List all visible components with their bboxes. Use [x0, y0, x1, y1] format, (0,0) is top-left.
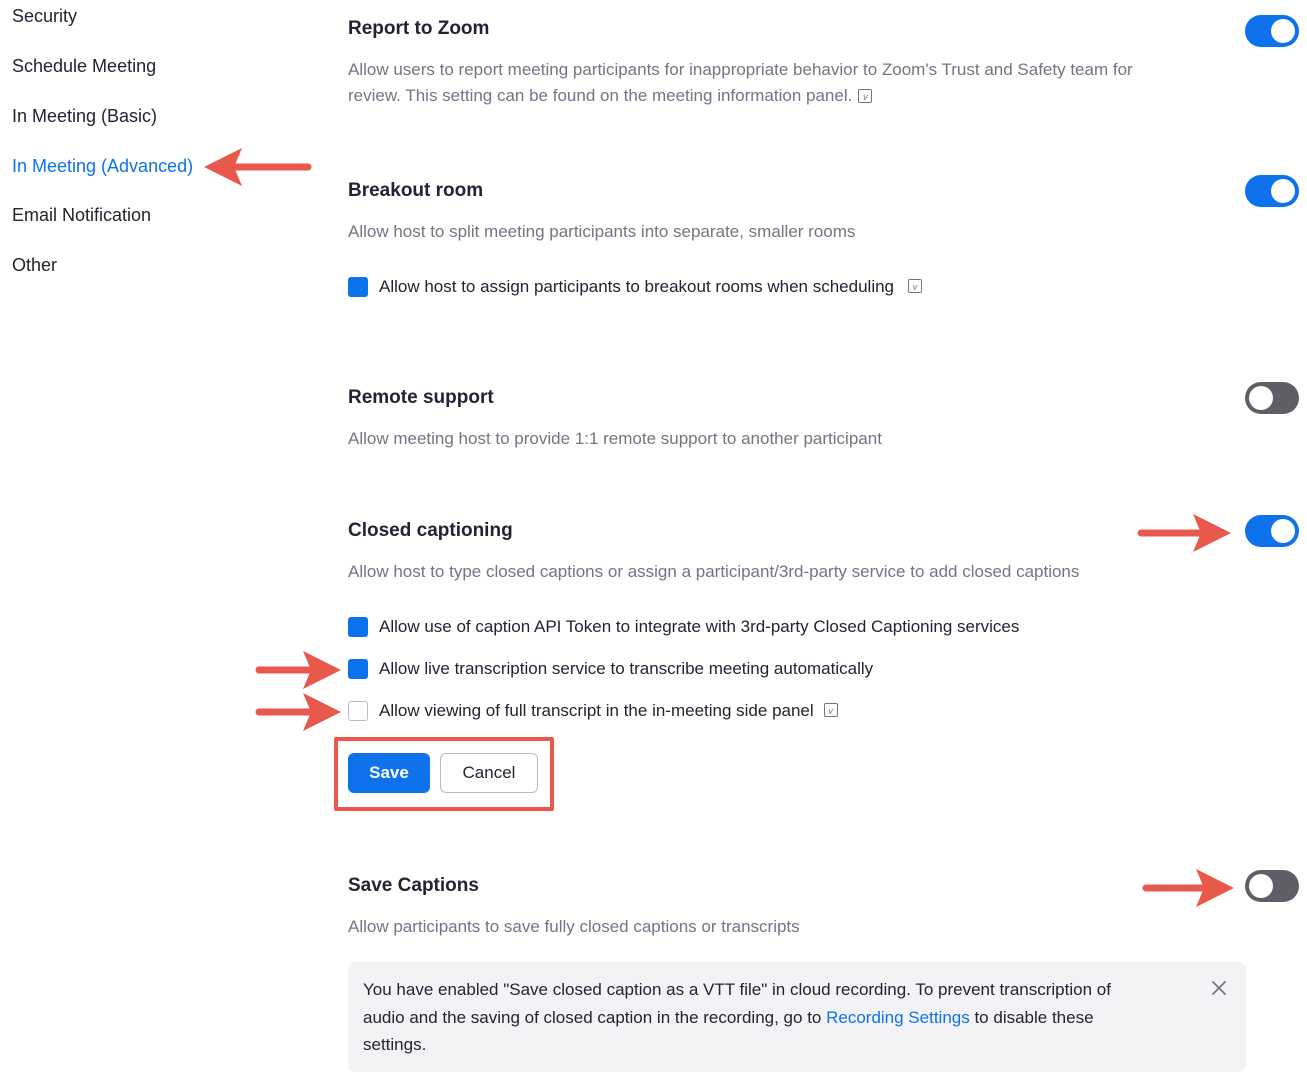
notice-text-segment: audio and the saving of closed caption i… [363, 1007, 827, 1027]
checkbox-label: Allow host to assign participants to bre… [379, 277, 895, 296]
full-transcript-option: Allow viewing of full transcript in the … [348, 700, 838, 722]
annotation-arrow [1142, 869, 1234, 907]
checkbox-label: Allow use of caption API Token to integr… [379, 617, 1020, 636]
sidebar-item-in-meeting-basic[interactable]: In Meeting (Basic) [12, 106, 157, 127]
breakout-assign-checkbox[interactable] [348, 277, 368, 297]
checkbox-label: Allow viewing of full transcript in the … [379, 701, 814, 720]
sidebar-item-other[interactable]: Other [12, 255, 57, 276]
toggle-knob [1271, 519, 1295, 543]
save-button[interactable]: Save [348, 753, 430, 793]
sidebar-item-in-meeting-advanced[interactable]: In Meeting (Advanced) [12, 156, 193, 177]
close-icon[interactable] [1211, 980, 1227, 996]
info-icon[interactable]: v [858, 88, 873, 103]
setting-description: Allow participants to save fully closed … [348, 917, 800, 936]
checkbox-label: Allow live transcription service to tran… [379, 659, 874, 678]
breakout-assign-option: Allow host to assign participants to bre… [348, 276, 923, 298]
setting-title: Save Captions [348, 875, 479, 896]
annotation-arrow [204, 148, 312, 186]
setting-description: Allow host to split meeting participants… [348, 222, 856, 241]
sidebar-item-schedule-meeting[interactable]: Schedule Meeting [12, 56, 156, 77]
setting-title: Remote support [348, 387, 494, 408]
setting-description: Allow host to type closed captions or as… [348, 562, 1080, 581]
toggle-knob [1249, 874, 1273, 898]
setting-title: Report to Zoom [348, 18, 490, 39]
setting-description: Allow users to report meeting participan… [348, 57, 1133, 109]
annotation-arrow [255, 651, 341, 689]
vtt-notice-banner: You have enabled "Save closed caption as… [348, 962, 1246, 1072]
toggle-knob [1249, 386, 1273, 410]
sidebar-item-email-notification[interactable]: Email Notification [12, 205, 151, 226]
caption-api-token-option: Allow use of caption API Token to integr… [348, 616, 1019, 638]
notice-text: You have enabled "Save closed caption as… [363, 976, 1163, 1059]
setting-description: Allow meeting host to provide 1:1 remote… [348, 429, 882, 448]
breakout-room-toggle[interactable] [1245, 175, 1299, 207]
caption-api-token-checkbox[interactable] [348, 617, 368, 637]
notice-line: You have enabled "Save closed caption as… [363, 980, 1111, 999]
description-text: review. This setting can be found on the… [348, 86, 853, 105]
toggle-knob [1271, 19, 1295, 43]
info-icon[interactable]: v [908, 279, 923, 293]
recording-settings-link[interactable]: Recording Settings [826, 1008, 970, 1027]
toggle-knob [1271, 179, 1295, 203]
closed-captioning-toggle[interactable] [1245, 515, 1299, 547]
live-transcription-option: Allow live transcription service to tran… [348, 658, 873, 680]
cancel-button[interactable]: Cancel [440, 753, 538, 793]
sidebar-item-security[interactable]: Security [12, 6, 77, 27]
description-line: review. This setting can be found on the… [348, 83, 1133, 109]
info-icon[interactable]: v [823, 703, 838, 717]
setting-title: Breakout room [348, 180, 484, 201]
live-transcription-checkbox[interactable] [348, 659, 368, 679]
full-transcript-checkbox[interactable] [348, 701, 368, 721]
description-line: Allow users to report meeting participan… [348, 60, 1133, 79]
notice-line: audio and the saving of closed caption i… [363, 1004, 1163, 1032]
remote-support-toggle[interactable] [1245, 382, 1299, 414]
annotation-arrow [1137, 514, 1231, 552]
annotation-arrow [255, 693, 341, 731]
notice-line: settings. [363, 1035, 427, 1054]
setting-title: Closed captioning [348, 520, 513, 541]
notice-text-segment: to disable these [969, 1007, 1094, 1027]
save-captions-toggle[interactable] [1245, 870, 1299, 902]
report-to-zoom-toggle[interactable] [1245, 15, 1299, 47]
